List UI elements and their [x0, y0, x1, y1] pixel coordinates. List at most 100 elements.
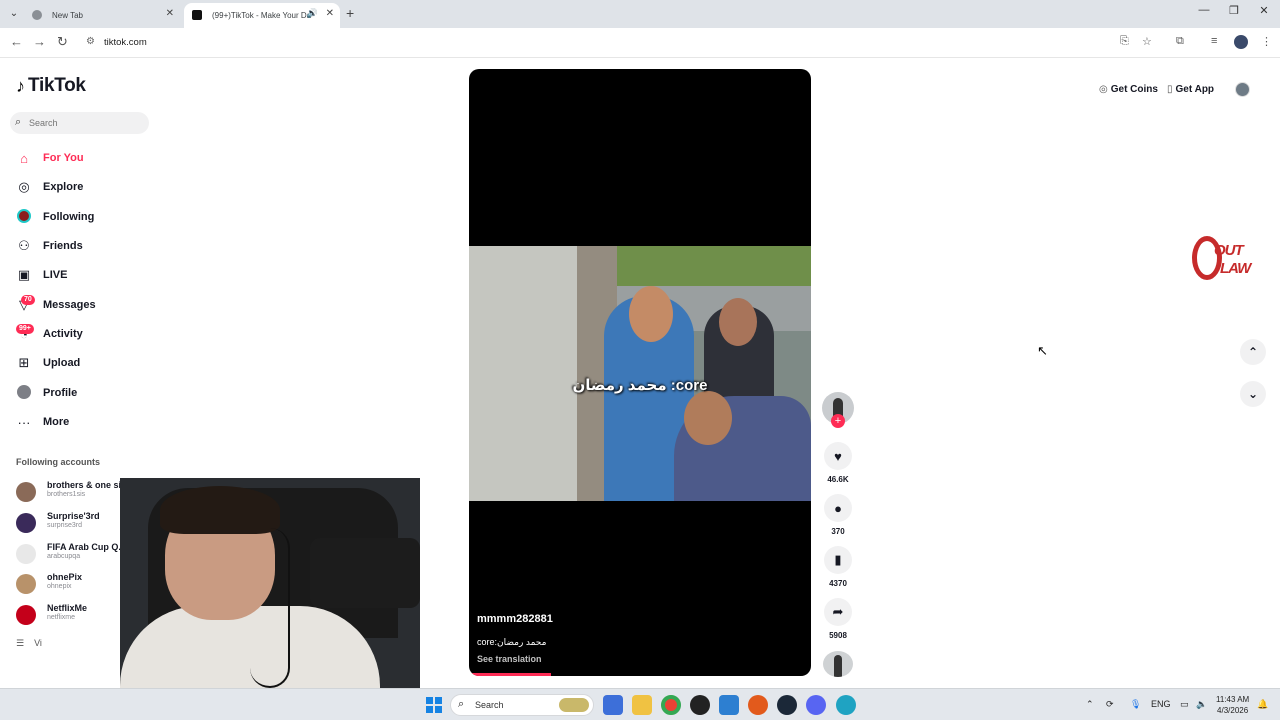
speaker-icon[interactable]: 🔊 [307, 8, 318, 19]
see-translation-link[interactable]: See translation [477, 654, 542, 664]
tab-new-tab[interactable]: New Tab ✕ [24, 3, 180, 28]
sidebar-item-explore[interactable]: ◎ Explore [16, 175, 83, 199]
following-avatar-icon [16, 208, 32, 226]
file-manager-icon[interactable] [603, 695, 623, 715]
tab-title: New Tab [52, 11, 83, 20]
face [629, 286, 673, 342]
activity-badge: 99+ [16, 324, 34, 334]
comment-button[interactable]: ● 370 [822, 494, 854, 536]
video-progress-bar[interactable] [469, 673, 552, 676]
share-button[interactable]: ➦ 5908 [822, 598, 854, 640]
taskbar-search[interactable]: ⌕ Search [450, 694, 594, 716]
save-count: 4370 [829, 579, 847, 588]
friends-icon: ⚇ [18, 238, 30, 253]
forward-icon[interactable]: → [33, 34, 46, 49]
follow-plus-icon[interactable]: + [831, 414, 845, 428]
search-input[interactable] [29, 115, 144, 131]
get-coins-button[interactable]: ◎ Get Coins [1099, 84, 1158, 95]
headphone-cable [250, 528, 290, 688]
extensions-icon[interactable]: ⧉ [1176, 35, 1184, 48]
install-app-icon[interactable]: ⎘ [1120, 35, 1129, 48]
menu-kebab-icon[interactable]: ⋮ [1261, 35, 1272, 48]
next-video-button[interactable]: ⌄ [1240, 381, 1266, 407]
steam-icon[interactable] [777, 695, 797, 715]
previous-video-button[interactable]: ⌃ [1240, 339, 1266, 365]
live-icon: ▣ [17, 267, 31, 282]
avatar [16, 544, 36, 564]
heart-icon: ♥ [824, 442, 852, 470]
sidebar-item-live[interactable]: ▣ LIVE [16, 263, 68, 287]
close-tab-icon[interactable]: ✕ [166, 8, 174, 19]
tab-title: (99+)TikTok - Make Your Da [212, 11, 312, 20]
close-tab-icon[interactable]: ✕ [326, 8, 334, 19]
get-app-label: Get App [1175, 84, 1215, 95]
messages-badge: 70 [21, 295, 35, 305]
profile-icon [16, 384, 32, 402]
url-text[interactable]: tiktok.com [104, 37, 147, 48]
user-avatar[interactable] [1235, 82, 1250, 97]
browser-profile-avatar[interactable] [1234, 35, 1248, 49]
following-accounts-title: Following accounts [16, 457, 101, 467]
media-control-icon[interactable]: ≡ [1211, 35, 1217, 47]
obs-icon[interactable] [690, 695, 710, 715]
tab-tiktok[interactable]: (99+)TikTok - Make Your Da 🔊 ✕ [184, 3, 340, 28]
restore-icon[interactable]: ❐ [1218, 4, 1250, 17]
account-name: Surprise'3rd [47, 511, 100, 521]
view-all-link[interactable]: ☰ Vi [16, 638, 42, 649]
get-app-button[interactable]: ▯ Get App [1167, 84, 1214, 95]
video-username[interactable]: mmmm282881 [477, 613, 553, 625]
like-count: 46.6K [827, 475, 849, 484]
back-icon[interactable]: ← [10, 34, 23, 49]
firefox-icon[interactable] [748, 695, 768, 715]
folder-icon[interactable] [632, 695, 652, 715]
sidebar-item-following[interactable]: Following [16, 205, 94, 229]
discord-icon[interactable] [806, 695, 826, 715]
sidebar-item-for-you[interactable]: ⌂ For You [16, 146, 83, 170]
new-tab-icon[interactable]: + [346, 5, 354, 21]
reload-icon[interactable]: ↻ [57, 34, 68, 50]
close-window-icon[interactable]: ✕ [1248, 4, 1280, 17]
microphone-icon[interactable]: 🎙 [1130, 699, 1141, 710]
like-button[interactable]: ♥ 46.6K [822, 442, 854, 484]
chrome-icon[interactable] [661, 695, 681, 715]
bookmark-star-icon[interactable]: ☆ [1142, 35, 1152, 48]
avatar [16, 605, 36, 625]
get-coins-label: Get Coins [1110, 84, 1158, 95]
bookmark-icon: ▮ [824, 546, 852, 574]
tab-search-dropdown-icon[interactable]: ⌄ [6, 6, 22, 22]
logo-text: TikTok [28, 75, 86, 96]
video-player[interactable]: core: محمد رمضان mmmm282881 core:محمد رم… [469, 69, 811, 676]
home-icon: ⌂ [20, 150, 28, 166]
sidebar-item-label: Messages [43, 299, 96, 311]
volume-icon[interactable]: 🔈 [1196, 699, 1207, 710]
sidebar-item-more[interactable]: ··· More [16, 410, 70, 434]
search-highlight-image [559, 698, 589, 712]
windows-start-icon[interactable] [426, 697, 442, 713]
site-info-icon[interactable]: ⚙ [86, 36, 95, 47]
search-box[interactable]: ⌕ [10, 112, 149, 134]
tray-overflow-icon[interactable]: ⌃ [1086, 699, 1094, 710]
notice-board [469, 246, 579, 501]
search-icon[interactable]: ⌕ [15, 116, 21, 129]
account-handle: brothers1sis [47, 491, 86, 498]
avatar [16, 513, 36, 533]
sidebar-item-friends[interactable]: ⚇ Friends [16, 234, 83, 258]
clock[interactable]: 11:43 AM 4/3/2026 [1216, 694, 1249, 716]
save-button[interactable]: ▮ 4370 [822, 546, 854, 588]
logo-line2: LAW [1220, 260, 1251, 277]
notification-icon[interactable]: 🔔 [1257, 699, 1268, 710]
minimize-icon[interactable]: — [1188, 4, 1220, 16]
avatar [16, 574, 36, 594]
avatar-figure [834, 655, 842, 677]
sidebar-item-upload[interactable]: ⊞ Upload [16, 351, 81, 375]
network-icon[interactable]: ▭ [1180, 699, 1189, 710]
monitor-app-icon[interactable] [719, 695, 739, 715]
language-indicator[interactable]: ENG [1151, 699, 1171, 709]
microphone [310, 538, 420, 608]
tiktok-logo[interactable]: ♪ TikTok [16, 75, 86, 97]
edge-icon[interactable] [836, 695, 856, 715]
face [719, 298, 757, 346]
sync-icon[interactable]: ⟳ [1106, 699, 1114, 710]
sidebar-item-profile[interactable]: Profile [16, 381, 77, 405]
music-disc-avatar[interactable] [823, 651, 853, 677]
